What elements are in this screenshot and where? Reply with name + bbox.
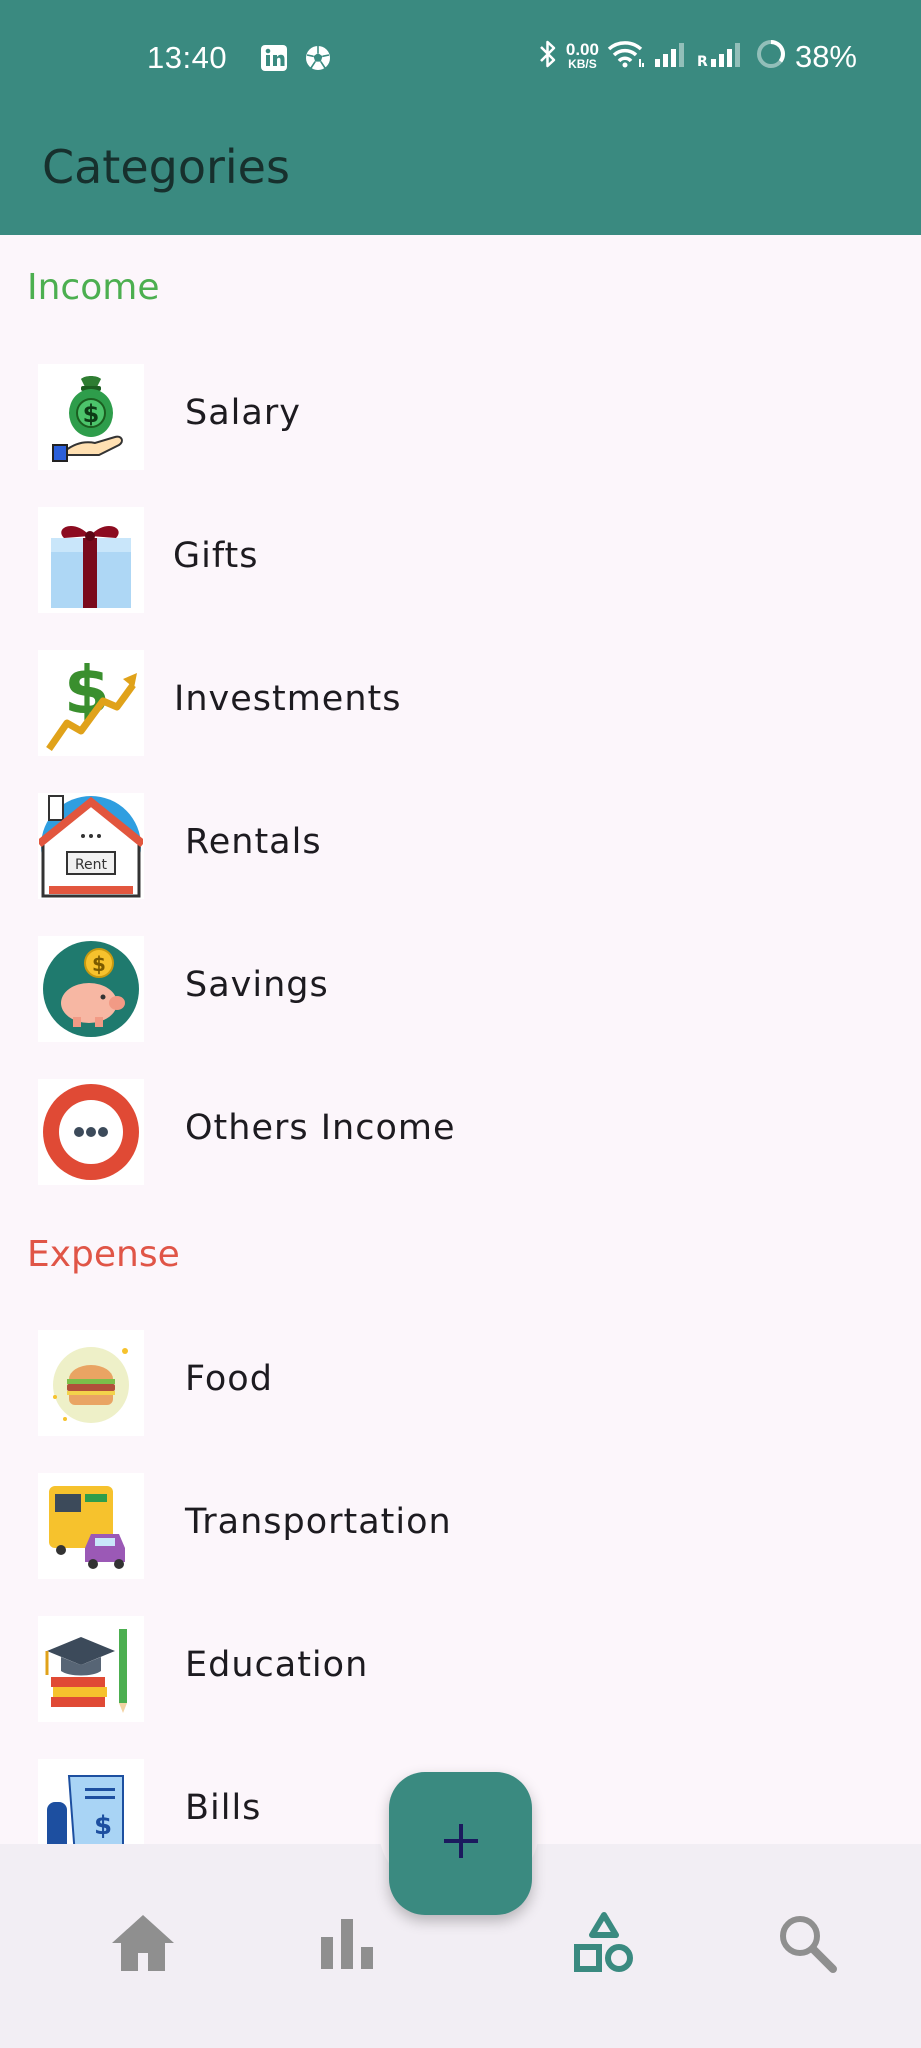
category-item-food[interactable]: Food	[0, 1309, 921, 1452]
signal-roaming-icon: R	[697, 39, 747, 74]
nav-categories[interactable]	[569, 1910, 639, 1980]
search-icon	[776, 1912, 838, 1979]
bus-car-icon	[38, 1473, 144, 1579]
category-list[interactable]: Income $ Salary Gifts $ Investments Rent…	[0, 235, 921, 1845]
gift-box-icon	[38, 507, 144, 613]
piggy-bank-icon: $	[38, 936, 144, 1042]
burger-icon	[38, 1330, 144, 1436]
nav-stats[interactable]	[312, 1910, 382, 1980]
category-label: Food	[185, 1359, 273, 1399]
linkedin-icon	[260, 44, 288, 77]
home-icon	[110, 1913, 176, 1978]
svg-text:Rent: Rent	[75, 857, 108, 873]
category-item-rentals[interactable]: Rent Rentals	[0, 772, 921, 915]
category-label: Transportation	[185, 1502, 452, 1542]
category-item-others-income[interactable]: Others Income	[0, 1058, 921, 1201]
category-label: Bills	[185, 1788, 262, 1828]
plus-icon	[441, 1821, 481, 1866]
svg-text:$: $	[94, 1811, 112, 1841]
graduation-books-icon	[38, 1616, 144, 1722]
category-item-education[interactable]: Education	[0, 1595, 921, 1738]
expense-section-header: Expense	[27, 1234, 180, 1275]
bluetooth-icon	[538, 39, 558, 74]
nav-home[interactable]	[108, 1910, 178, 1980]
income-section-header: Income	[27, 267, 160, 308]
svg-text:R: R	[697, 54, 708, 69]
svg-text:$: $	[92, 952, 106, 976]
page-title: Categories	[42, 140, 290, 194]
wifi-icon	[607, 39, 645, 74]
nav-search[interactable]	[772, 1910, 842, 1980]
status-time: 13:40	[147, 40, 228, 75]
category-label: Salary	[185, 393, 301, 433]
battery-percent: 38%	[794, 38, 857, 74]
money-bag-hand-icon: $	[38, 364, 144, 470]
soccer-ball-icon	[304, 44, 332, 77]
category-label: Education	[185, 1645, 369, 1685]
app-bar: Categories	[0, 120, 921, 235]
bar-chart-icon	[319, 1915, 375, 1976]
category-item-savings[interactable]: $ Savings	[0, 915, 921, 1058]
category-item-transportation[interactable]: Transportation	[0, 1452, 921, 1595]
shapes-icon	[572, 1911, 636, 1980]
category-label: Investments	[174, 679, 402, 719]
battery-icon	[755, 38, 787, 75]
rent-house-icon: Rent	[38, 793, 144, 899]
more-dots-icon	[38, 1079, 144, 1185]
category-item-salary[interactable]: $ Salary	[0, 343, 921, 486]
category-label: Others Income	[185, 1108, 456, 1148]
category-item-gifts[interactable]: Gifts	[0, 486, 921, 629]
status-bar: 13:40 0.00 KB/S R 38%	[0, 0, 921, 120]
category-label: Gifts	[173, 536, 259, 576]
add-category-button[interactable]	[389, 1772, 532, 1915]
network-speed: 0.00 KB/S	[565, 39, 599, 71]
status-indicators: 0.00 KB/S R 38%	[538, 38, 857, 75]
svg-text:$: $	[83, 400, 100, 428]
bill-receipt-icon: $	[38, 1759, 144, 1845]
signal-icon	[653, 39, 689, 74]
dollar-growth-icon: $	[38, 650, 144, 756]
category-item-investments[interactable]: $ Investments	[0, 629, 921, 772]
category-label: Rentals	[185, 822, 322, 862]
category-label: Savings	[185, 965, 329, 1005]
